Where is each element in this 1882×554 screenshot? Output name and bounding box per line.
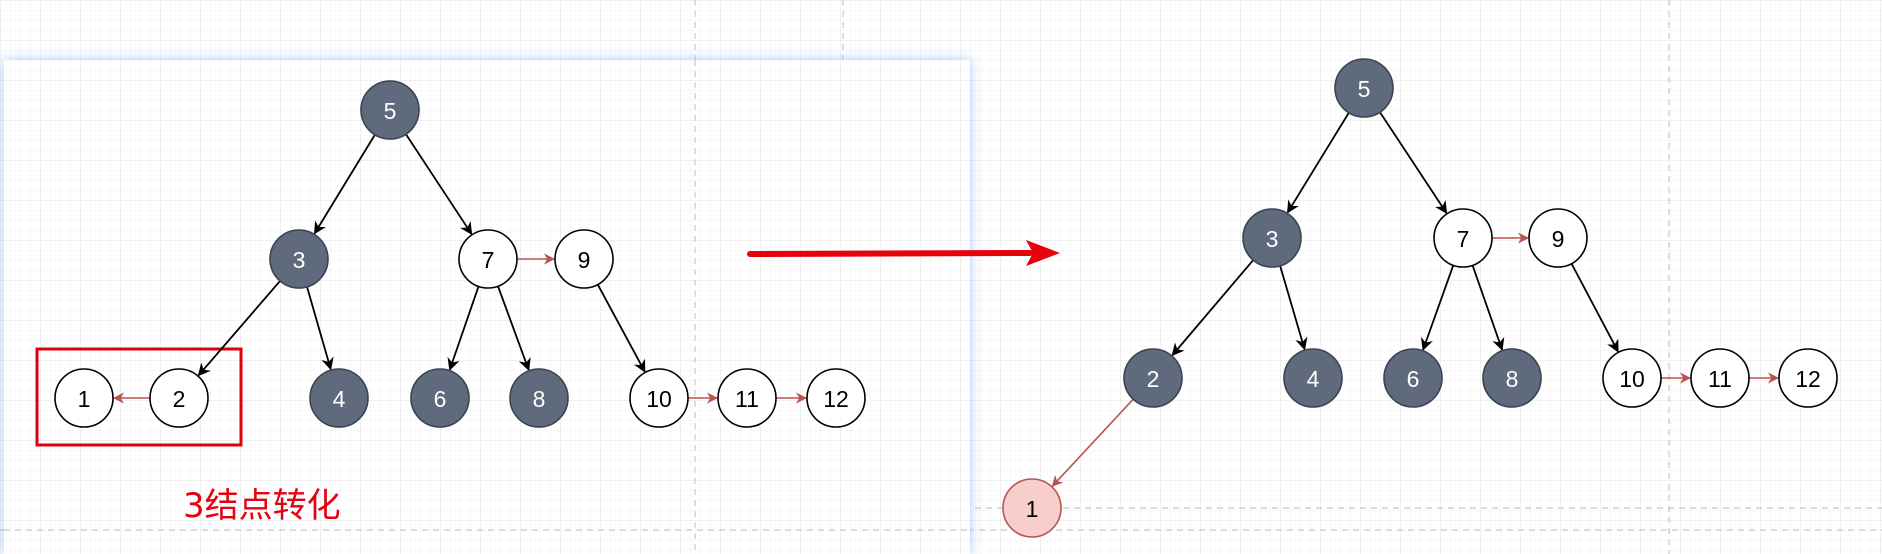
before-node-8: 8 [509,368,569,428]
before-node-label: 12 [823,386,849,412]
before-node-9: 9 [554,229,614,289]
after-node-label: 12 [1795,366,1821,392]
after-node-label: 6 [1407,366,1420,392]
before-node-3: 3 [269,229,329,289]
before-node-label: 5 [384,98,397,124]
before-node-10: 10 [629,368,689,428]
before-node-label: 4 [333,386,346,412]
after-node-label: 11 [1708,366,1732,392]
after-node-7: 7 [1433,208,1493,268]
after-node-label: 2 [1147,366,1160,392]
before-node-6: 6 [410,368,470,428]
selected-image-panel[interactable] [4,60,970,554]
after-node-label: 7 [1457,226,1470,252]
after-node-10: 10 [1602,348,1662,408]
after-node-label: 1 [1026,496,1039,522]
after-node-11: 11 [1690,348,1750,408]
before-node-5: 5 [360,80,420,140]
after-node-label: 9 [1552,226,1565,252]
after-node-9: 9 [1528,208,1588,268]
before-node-label: 3 [293,247,306,273]
after-node-1: 1 [1002,478,1062,538]
caption-text: 3结点转化 [183,486,341,526]
before-node-label: 2 [173,386,186,412]
before-node-7: 7 [458,229,518,289]
before-node-label: 6 [434,386,447,412]
after-node-label: 8 [1506,366,1519,392]
before-node-label: 1 [78,386,91,412]
before-node-label: 9 [578,247,591,273]
before-node-4: 4 [309,368,369,428]
after-node-label: 5 [1358,76,1371,102]
after-node-3: 3 [1242,208,1302,268]
before-node-label: 11 [735,386,759,412]
diagram-canvas: 3结点转化 53 7 91 2 4 6 8 10 11 1253 7 92 4 6 8 10 11 121 [0,0,1882,554]
after-node-2: 2 [1123,348,1183,408]
before-node-2: 2 [149,368,209,428]
before-node-11: 11 [717,368,777,428]
after-node-4: 4 [1283,348,1343,408]
after-node-6: 6 [1383,348,1443,408]
after-node-12: 12 [1778,348,1838,408]
after-node-label: 10 [1619,366,1645,392]
after-node-8: 8 [1482,348,1542,408]
before-node-1: 1 [54,368,114,428]
after-node-label: 4 [1307,366,1320,392]
before-node-label: 10 [646,386,672,412]
after-node-5: 5 [1334,58,1394,118]
before-node-label: 7 [482,247,495,273]
before-node-label: 8 [533,386,546,412]
after-node-label: 3 [1266,226,1279,252]
before-node-12: 12 [806,368,866,428]
